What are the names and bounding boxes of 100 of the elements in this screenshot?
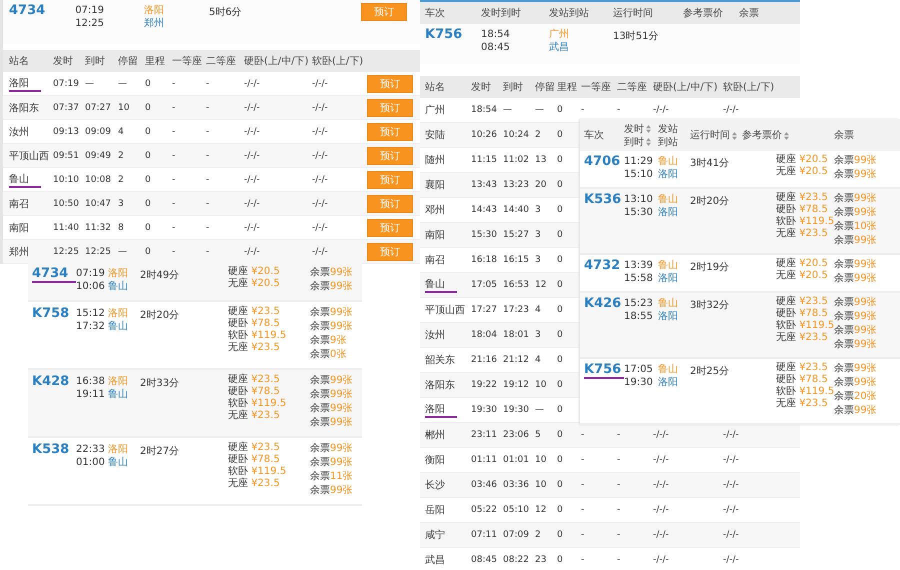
table-cell-text: -/-/-	[723, 530, 740, 540]
duration: 2时27分	[140, 444, 180, 458]
table-cell-text: -/-/-	[244, 78, 261, 88]
train-number[interactable]: K426	[584, 296, 624, 311]
station-name: 广州	[425, 104, 445, 117]
table-cell-text: 05:10	[503, 505, 530, 515]
table-cell-text: -	[581, 455, 586, 465]
table-cell-text: -	[206, 198, 210, 208]
book-button[interactable]: 预订	[367, 98, 413, 116]
table-cell-text: 10:08	[85, 174, 112, 184]
table-cell-text: 16:18	[471, 255, 498, 265]
fare-text: 无座 ¥23.5	[228, 478, 281, 490]
train-number[interactable]: K536	[584, 192, 624, 207]
train-number[interactable]: K756	[425, 27, 481, 42]
station-name: 汝州	[9, 126, 29, 138]
depart-time: 17:05	[624, 363, 654, 376]
arrive-time: 15:10	[624, 168, 654, 181]
train-number[interactable]: 4706	[584, 154, 624, 169]
table-cell-text: 05:22	[471, 505, 498, 515]
depart-time: 13:10	[624, 193, 654, 206]
table-cell-text: 17:05	[471, 280, 498, 290]
table-cell-text: 17:27	[471, 305, 498, 315]
ticket-count: 余票99张	[834, 192, 878, 206]
train-number[interactable]: K758	[32, 306, 76, 321]
from-station: 鲁山	[658, 297, 679, 310]
arrive-time: 15:30	[624, 206, 654, 219]
table-cell-text: -	[206, 78, 210, 88]
table-cell-text: 0	[557, 205, 564, 215]
column-header: 发时到时	[481, 6, 522, 20]
column-header: 软卧(上/下)	[312, 54, 364, 68]
sort-icon[interactable]	[646, 138, 651, 146]
depart-time: 07:19	[76, 267, 106, 280]
fare-text: 无座 ¥23.5	[776, 228, 829, 240]
book-button[interactable]: 预订	[367, 122, 413, 140]
train-number[interactable]: K756	[584, 362, 624, 379]
sort-icon[interactable]	[732, 132, 737, 140]
from-station: 鲁山	[658, 155, 679, 168]
ticket-count: 余票99张	[834, 376, 878, 390]
table-cell-text: -/-/-	[244, 150, 261, 160]
from-station: 洛阳	[144, 4, 164, 17]
table-cell-text: 18:04	[471, 330, 498, 340]
book-button[interactable]: 预订	[361, 3, 407, 21]
book-button[interactable]: 预订	[367, 146, 413, 164]
station-name: 岳阳	[425, 504, 445, 517]
station-name: 随州	[425, 154, 445, 167]
table-cell-text: 12	[535, 280, 548, 290]
ticket-count: 余票10张	[834, 220, 878, 234]
ticket-count: 余票99张	[310, 320, 354, 334]
fare-text: 软卧 ¥119.5	[776, 216, 834, 227]
ticket-count: 余票99张	[310, 374, 354, 388]
column-header: 运行时间	[690, 129, 730, 142]
book-button[interactable]: 预订	[367, 194, 413, 212]
train-number[interactable]: K538	[32, 442, 76, 457]
station-name: 平顶山西	[9, 150, 49, 162]
table-cell-text: 21:16	[471, 355, 498, 365]
table-cell-text: 11:32	[85, 222, 112, 232]
fare-text: 硬座 ¥23.5	[776, 362, 829, 374]
table-cell-text: 19:22	[471, 380, 498, 390]
fare-text: 无座 ¥20.5	[228, 278, 281, 290]
arrive-time: 18:55	[624, 310, 654, 323]
fare-text: 硬卧 ¥78.5	[776, 374, 829, 386]
table-cell-text: -/-/-	[244, 126, 261, 136]
column-header: 里程	[145, 55, 166, 68]
duration: 3时32分	[690, 298, 730, 312]
book-button[interactable]: 预订	[367, 74, 413, 92]
fare-text: 软卧 ¥119.5	[776, 320, 834, 331]
fare-text: 无座 ¥23.5	[776, 332, 829, 344]
ticket-count: 余票99张	[834, 310, 878, 324]
train-number[interactable]: 4732	[584, 258, 624, 273]
train-number[interactable]: K428	[32, 374, 76, 389]
table-cell-text: -	[617, 430, 622, 440]
sort-icon[interactable]	[784, 132, 789, 140]
station-name: 洛阳	[9, 76, 41, 92]
book-button[interactable]: 预订	[367, 170, 413, 188]
ticket-count: 余票99张	[310, 402, 354, 416]
table-cell-text: -/-/-	[723, 505, 740, 515]
sort-icon[interactable]	[646, 125, 651, 133]
station-name: 鲁山	[425, 277, 457, 293]
table-cell-text: 0	[557, 255, 564, 265]
table-cell-text: 09:13	[53, 126, 80, 136]
fare-text: 硬座 ¥23.5	[776, 192, 829, 204]
fare-text: 硬座 ¥23.5	[228, 306, 281, 318]
table-cell-text: -/-/-	[653, 480, 670, 490]
book-button[interactable]: 预订	[367, 218, 413, 236]
depart-time: 16:38	[76, 375, 106, 388]
table-cell-text: -	[172, 102, 176, 112]
table-cell-text: 12:25	[53, 246, 80, 256]
table-cell-text: 4	[535, 355, 542, 365]
column-header: 发站	[658, 122, 678, 136]
table-cell-text: —	[118, 246, 128, 256]
table-cell-text: 13	[535, 155, 548, 165]
train-number[interactable]: 4734	[9, 3, 46, 18]
book-button[interactable]: 预订	[367, 242, 413, 260]
fare-text: 无座 ¥23.5	[776, 398, 829, 410]
table-cell-text: -/-/-	[723, 430, 740, 440]
train-number[interactable]: 4734	[32, 266, 76, 283]
ticket-count: 余票99张	[310, 442, 354, 456]
table-cell-text: -/-/-	[723, 105, 740, 115]
fare-text: 硬座 ¥20.5	[228, 266, 281, 278]
table-cell-text: 2	[535, 530, 542, 540]
